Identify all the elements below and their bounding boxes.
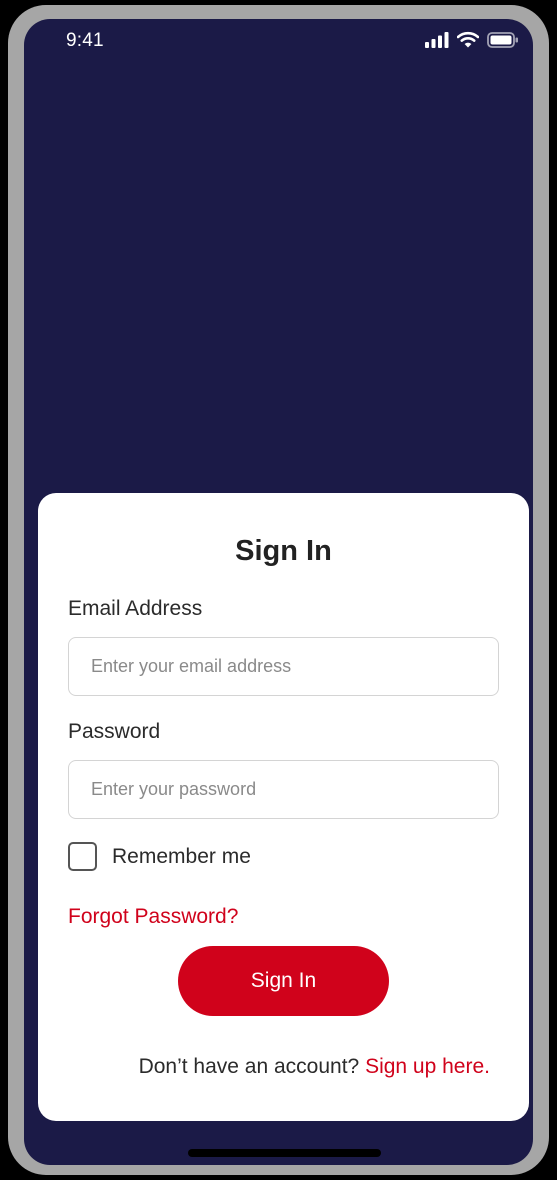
- remember-me-label: Remember me: [112, 844, 251, 868]
- email-input[interactable]: [68, 637, 499, 696]
- battery-icon: [487, 31, 519, 48]
- password-label: Password: [68, 720, 161, 743]
- status-bar: 9:41: [24, 19, 533, 65]
- wifi-icon: [457, 31, 479, 48]
- status-icons: [425, 31, 519, 48]
- sign-in-button[interactable]: Sign In: [178, 946, 389, 1016]
- password-input[interactable]: [68, 760, 499, 819]
- remember-me-row[interactable]: Remember me: [68, 842, 251, 871]
- phone-screen: 9:41 Sign In Email Address Enter your em…: [24, 19, 533, 1165]
- signup-prompt-text: Don’t have an account?: [138, 1055, 360, 1078]
- home-indicator[interactable]: [188, 1149, 381, 1157]
- device-frame: 9:41 Sign In Email Address Enter your em…: [8, 5, 549, 1175]
- signup-prompt-row: Don’t have an account? Sign up here.: [139, 1055, 490, 1079]
- status-time: 9:41: [66, 30, 104, 51]
- forgot-password-link[interactable]: Forgot Password?: [68, 905, 238, 929]
- page-title: Sign In: [235, 535, 332, 567]
- cellular-signal-icon: [425, 31, 449, 48]
- sign-up-link[interactable]: Sign up here.: [365, 1055, 490, 1078]
- email-label: Email Address: [68, 597, 203, 620]
- remember-me-checkbox[interactable]: [68, 842, 97, 871]
- signin-card: Sign In Email Address Password Remember …: [38, 493, 529, 1121]
